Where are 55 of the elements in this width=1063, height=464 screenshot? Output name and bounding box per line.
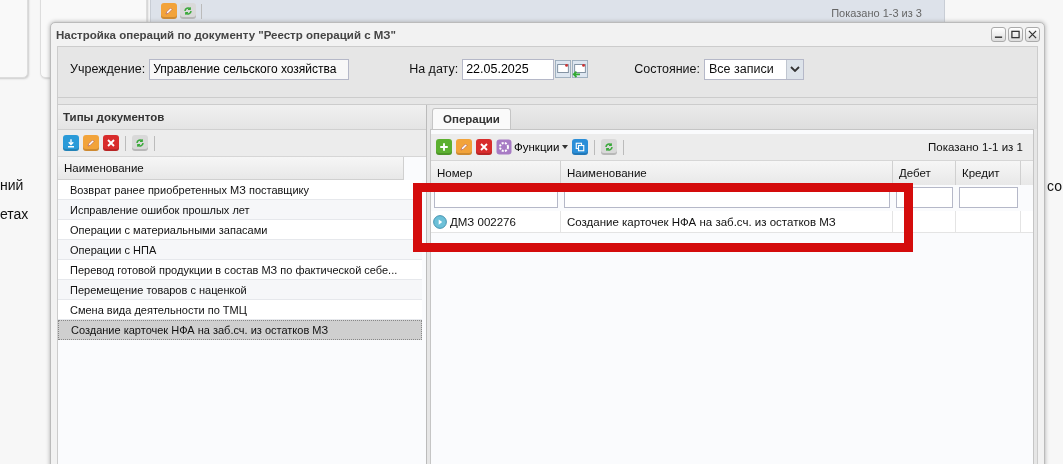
page-counter: Показано 1-1 из 1	[928, 141, 1024, 153]
table-cell: Создание карточек НФА на заб.сч. из остатков МЗ	[567, 215, 836, 228]
maximize-button[interactable]	[1008, 27, 1023, 42]
cross-icon	[105, 137, 117, 149]
cross-icon	[478, 141, 490, 153]
pencil-icon	[85, 137, 97, 149]
copy-icon	[574, 141, 587, 153]
field-label: Состояние:	[634, 62, 700, 76]
state-dropdown[interactable]: Все записи	[704, 58, 804, 80]
document-type-row[interactable]: Создание карточек НФА на заб.сч. из остатков МЗ	[58, 320, 422, 340]
copy-button[interactable]	[572, 139, 589, 155]
pencil-icon	[163, 5, 175, 17]
document-type-row[interactable]: Операции с НПА	[58, 240, 422, 260]
plus-icon	[438, 141, 450, 153]
close-icon	[1028, 30, 1037, 39]
calendar-icon[interactable]	[555, 59, 572, 79]
menu-text: ний	[0, 177, 25, 193]
date-field[interactable]: 22.05.2025	[462, 58, 555, 80]
maximize-icon	[1011, 30, 1020, 39]
refresh-icon	[182, 5, 194, 17]
table-cell: ДМЗ 002276	[450, 215, 516, 228]
download-button[interactable]	[63, 135, 79, 151]
edit-button[interactable]	[161, 3, 177, 19]
filter-field[interactable]	[959, 187, 1018, 208]
minimize-button[interactable]	[991, 27, 1006, 42]
gear-icon	[496, 139, 512, 155]
refresh-button[interactable]	[132, 135, 148, 151]
delete-button[interactable]	[476, 139, 492, 155]
refresh-icon	[603, 141, 616, 153]
refresh-icon	[134, 137, 146, 149]
caret-icon	[790, 66, 800, 72]
document-type-row[interactable]: Возврат ранее приобретенных МЗ поставщику	[58, 180, 422, 200]
institution-field[interactable]: Управление сельского хозяйства	[149, 58, 350, 80]
functions-menu-button[interactable]: Функции	[496, 139, 569, 155]
download-icon	[65, 137, 77, 149]
menu-text: етах	[0, 206, 29, 222]
document-type-row[interactable]: Смена вида деятельности по ТМЦ	[58, 300, 422, 320]
play-icon[interactable]	[433, 214, 447, 229]
tab[interactable]: Операции	[432, 108, 511, 129]
document-type-row[interactable]: Перемещение товаров с наценкой	[58, 280, 422, 300]
field-label: На дату:	[409, 62, 459, 76]
calendar-reset-icon[interactable]	[572, 59, 589, 79]
document-type-row[interactable]: Перевод готовой продукции в состав МЗ по фактической себе...	[58, 260, 422, 280]
panel-title: Типы документов	[63, 111, 165, 123]
field-label: Учреждение:	[70, 62, 146, 76]
page-counter: Показано 1-3 из 3	[831, 7, 923, 19]
delete-button[interactable]	[103, 135, 119, 151]
menu-text: со	[1047, 178, 1062, 194]
window-title: Настройка операций по документу "Реестр операций с МЗ"	[56, 28, 396, 41]
refresh-button[interactable]	[180, 3, 196, 19]
column-header[interactable]: Наименование	[58, 157, 404, 180]
refresh-button[interactable]	[601, 139, 618, 155]
close-button[interactable]	[1025, 27, 1040, 42]
add-button[interactable]	[436, 139, 452, 155]
pencil-icon	[458, 141, 470, 153]
